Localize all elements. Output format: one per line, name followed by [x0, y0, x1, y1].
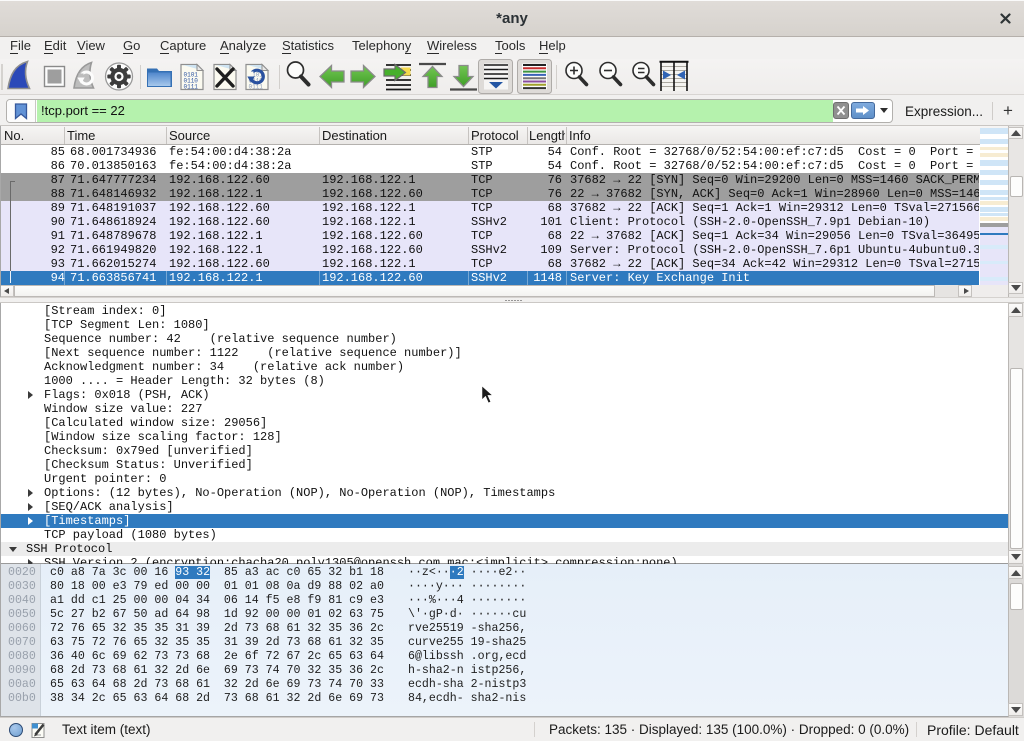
svg-text:0111: 0111	[184, 84, 199, 91]
svg-text:0111: 0111	[249, 84, 264, 91]
